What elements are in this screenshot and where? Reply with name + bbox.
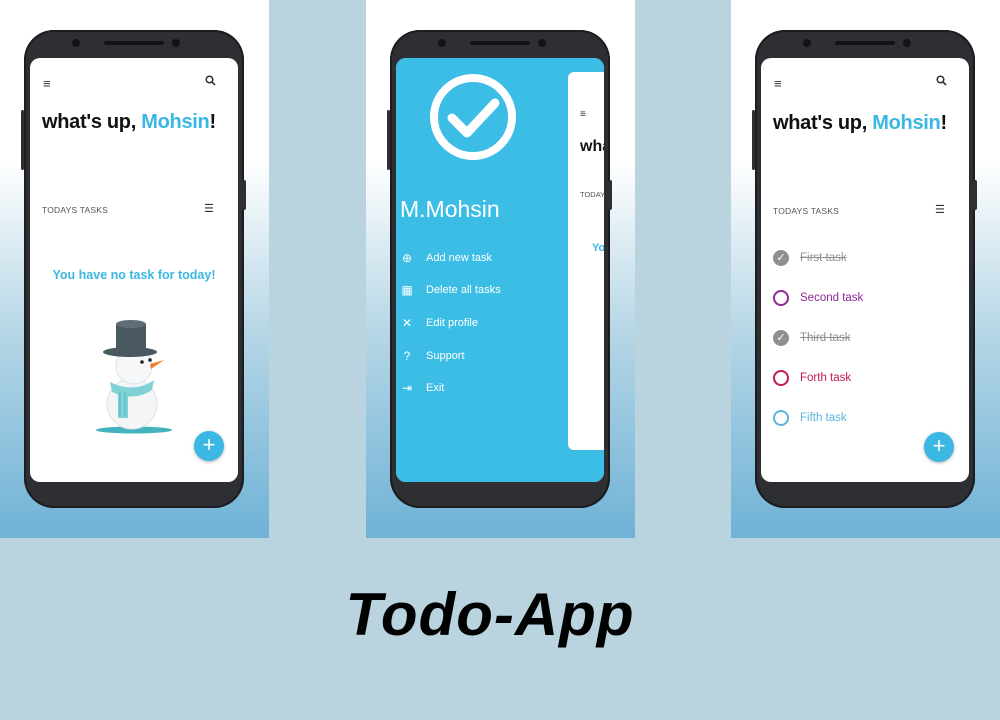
panel-drawer: ≡ wha TODAY Yo M.Mohsin ⊕ Add new task ▦ D… (366, 0, 635, 538)
edit-icon: ✕ (401, 316, 413, 330)
search-icon[interactable] (205, 75, 216, 88)
task-label: First task (800, 252, 847, 264)
task-item-fifth[interactable]: Fifth task (773, 409, 847, 427)
side-button (752, 110, 755, 170)
navigation-drawer: ≡ wha TODAY Yo M.Mohsin ⊕ Add new task ▦ D… (396, 58, 604, 482)
section-label: TODAYS TASKS (773, 206, 840, 216)
task-item-second[interactable]: Second task (773, 289, 863, 307)
unchecked-circle-icon[interactable] (773, 290, 789, 306)
exit-icon: ⇥ (401, 381, 413, 395)
peek-section: TODAY (580, 190, 604, 199)
menu-label: Exit (426, 382, 445, 394)
delete-icon: ▦ (401, 283, 413, 297)
side-button (242, 180, 246, 210)
user-name: Mohsin (872, 112, 941, 134)
phone-frame: ≡ what's up, Mohsin! TODAYS TASKS ☰ ✓ Fi… (752, 30, 977, 508)
unchecked-circle-icon[interactable] (773, 410, 789, 426)
menu-label: Support (426, 350, 465, 362)
menu-item-exit[interactable]: ⇥ Exit (400, 381, 444, 395)
menu-item-add-task[interactable]: ⊕ Add new task (400, 251, 492, 265)
menu-label: Edit profile (426, 317, 478, 329)
check-logo-icon (429, 73, 517, 161)
app-screen: ≡ wha TODAY Yo M.Mohsin ⊕ Add new task ▦ D… (396, 58, 604, 482)
menu-item-edit-profile[interactable]: ✕ Edit profile (400, 316, 478, 330)
add-task-button[interactable]: + (924, 432, 954, 462)
greeting: what's up, Mohsin! (773, 112, 947, 134)
phone-frame: ≡ what's up, Mohsin! TODAYS TASKS ☰ You … (21, 30, 246, 508)
unchecked-circle-icon[interactable] (773, 370, 789, 386)
task-item-forth[interactable]: Forth task (773, 369, 851, 387)
checked-icon[interactable]: ✓ (773, 250, 789, 266)
sensor (903, 39, 911, 47)
search-icon[interactable] (936, 75, 947, 88)
peek-empty: Yo (592, 242, 604, 254)
task-label: Forth task (800, 372, 852, 384)
task-item-third[interactable]: ✓ Third task (773, 329, 851, 347)
side-button (21, 110, 24, 170)
menu-icon[interactable]: ≡ (580, 108, 586, 121)
task-item-first[interactable]: ✓ First task (773, 249, 847, 267)
checklist-icon[interactable]: ☰ (204, 203, 214, 216)
user-name: Mohsin (141, 111, 210, 133)
checked-icon[interactable]: ✓ (773, 330, 789, 346)
empty-message: You have no task for today! (52, 268, 216, 282)
menu-label: Delete all tasks (426, 284, 501, 296)
menu-icon[interactable]: ≡ (774, 77, 782, 90)
speaker (835, 41, 895, 45)
checklist-icon[interactable]: ☰ (935, 204, 945, 217)
menu-item-support[interactable]: ? Support (400, 349, 465, 363)
sensor (172, 39, 180, 47)
snowman-illustration (90, 316, 180, 436)
front-camera (72, 39, 80, 47)
side-button (608, 180, 612, 210)
help-icon: ? (403, 349, 411, 363)
side-button (973, 180, 977, 210)
menu-icon[interactable]: ≡ (43, 77, 51, 90)
profile-name: M.Mohsin (400, 196, 500, 222)
task-label: Fifth task (800, 412, 847, 424)
peek-greeting: wha (580, 138, 604, 155)
panel-home-tasks: ≡ what's up, Mohsin! TODAYS TASKS ☰ ✓ Fi… (731, 0, 1000, 538)
main-screen-peek[interactable]: ≡ wha TODAY Yo (568, 72, 604, 450)
task-label: Third task (800, 332, 851, 344)
app-title: Todo-App (345, 581, 635, 648)
app-screen: ≡ what's up, Mohsin! TODAYS TASKS ☰ You … (30, 58, 238, 482)
side-button (387, 110, 390, 170)
front-camera (803, 39, 811, 47)
menu-label: Add new task (426, 252, 493, 264)
menu-item-delete-all[interactable]: ▦ Delete all tasks (400, 283, 501, 297)
greeting: what's up, Mohsin! (42, 111, 216, 133)
add-task-button[interactable]: + (194, 431, 224, 461)
add-circle-icon: ⊕ (401, 251, 413, 265)
task-label: Second task (800, 292, 864, 304)
speaker (104, 41, 164, 45)
speaker (470, 41, 530, 45)
section-label: TODAYS TASKS (42, 205, 109, 215)
sensor (538, 39, 546, 47)
phone-frame: ≡ wha TODAY Yo M.Mohsin ⊕ Add new task ▦ D… (387, 30, 612, 508)
app-screen: ≡ what's up, Mohsin! TODAYS TASKS ☰ ✓ Fi… (761, 58, 969, 482)
panel-home-empty: ≡ what's up, Mohsin! TODAYS TASKS ☰ You … (0, 0, 269, 538)
front-camera (438, 39, 446, 47)
